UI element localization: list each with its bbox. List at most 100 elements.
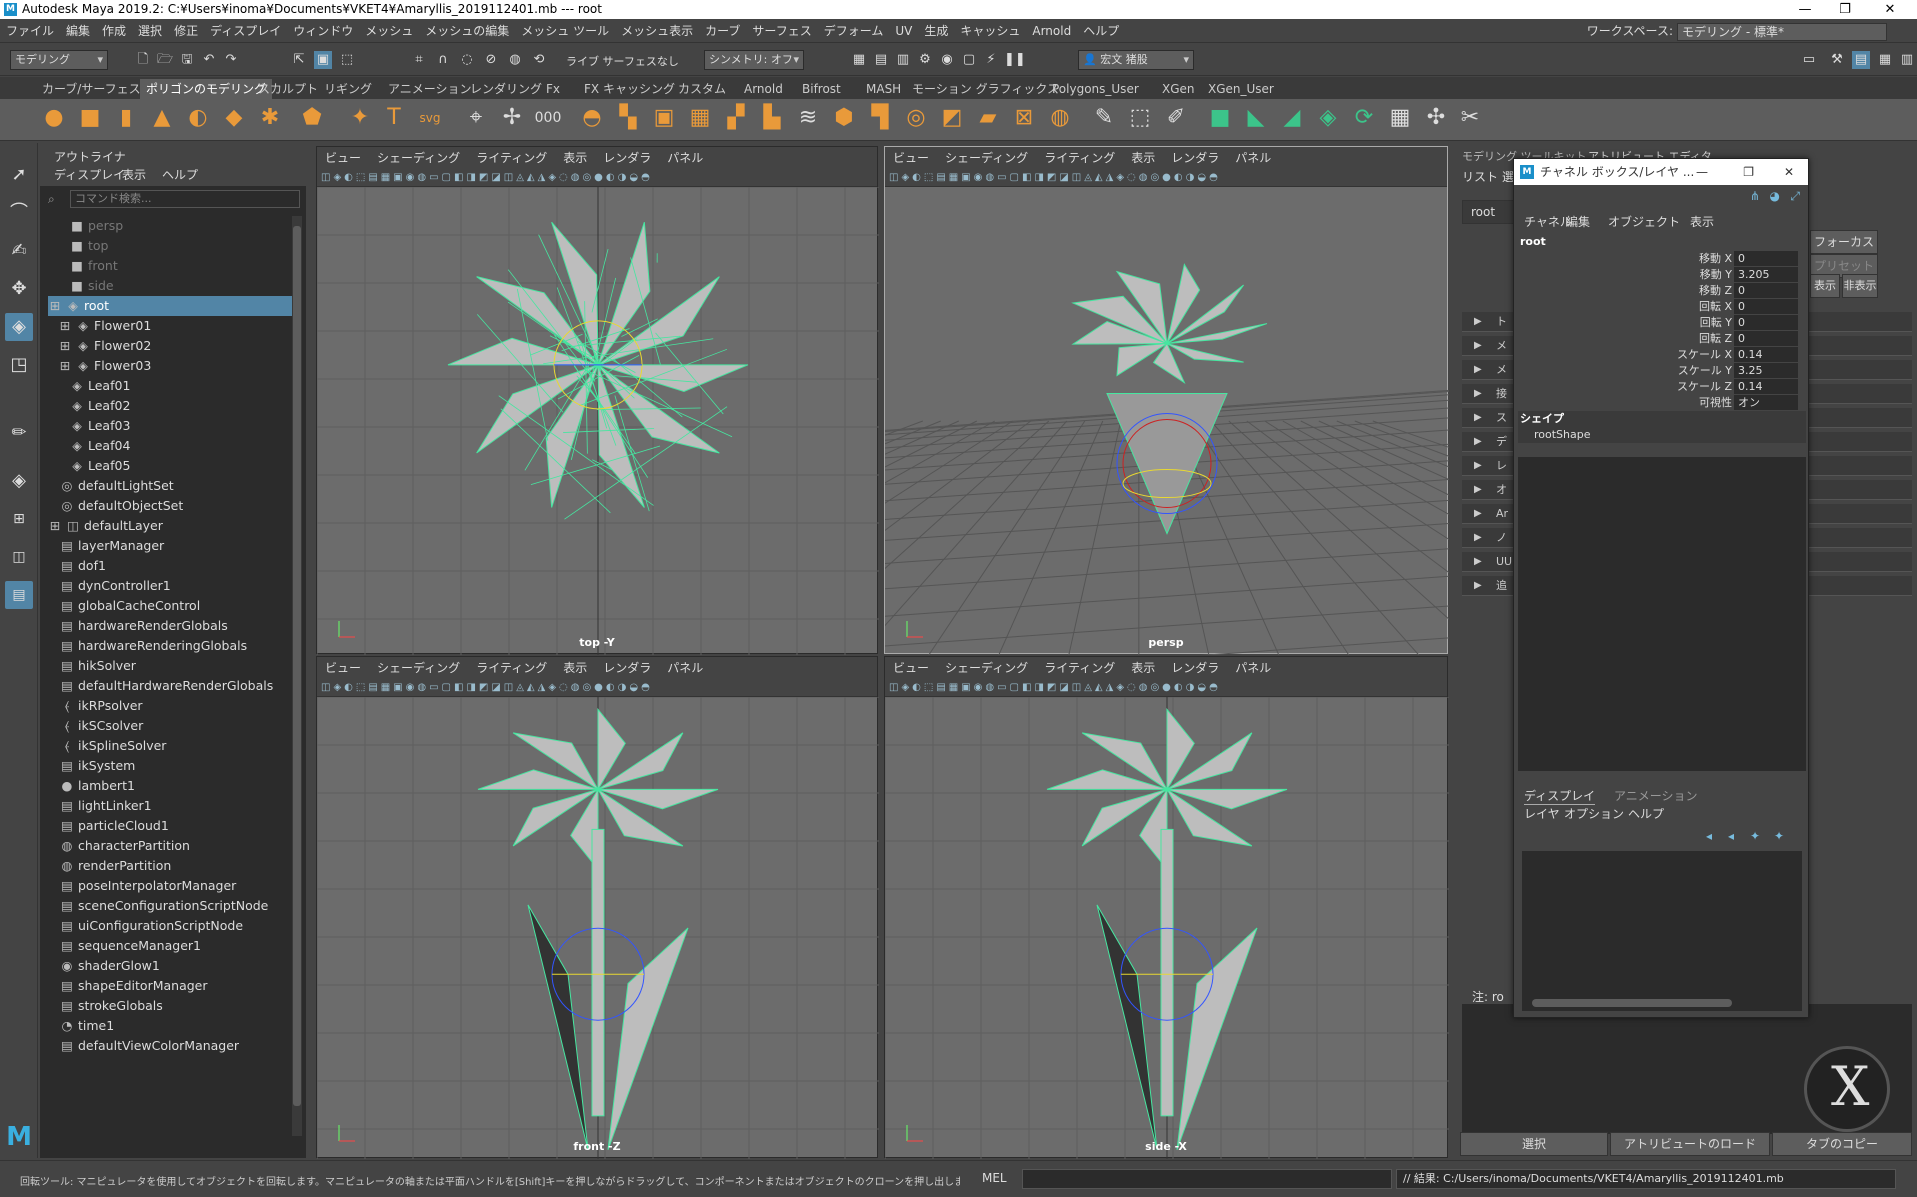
viewport-top[interactable]: ビュー シェーディング ライティング 表示 レンダラ パネル ◫◈◐⬚▤▦▣◉◍▭▢◧◨◩◪… bbox=[316, 146, 878, 654]
save-scene-icon[interactable]: 🖫 bbox=[178, 51, 196, 69]
render-settings-icon[interactable]: ⚙ bbox=[916, 51, 934, 69]
select-component-icon[interactable]: ⬚ bbox=[338, 51, 356, 69]
uv-move-icon[interactable]: ⟳ bbox=[1350, 104, 1378, 132]
uv-cut-tool-icon[interactable]: ✂ bbox=[1456, 104, 1484, 132]
expand-icon[interactable]: ⊞ bbox=[58, 316, 72, 336]
outliner-item[interactable]: ⊞ ◈ Flower03 bbox=[48, 356, 296, 376]
uv-grid-icon[interactable]: ▦ bbox=[1386, 104, 1414, 132]
render-view-icon[interactable]: ▤ bbox=[872, 51, 890, 69]
separate-icon[interactable]: ▚ bbox=[614, 104, 642, 132]
select-hierarchy-icon[interactable]: ⇱ bbox=[290, 51, 308, 69]
outliner-tab[interactable]: アウトライナ bbox=[54, 148, 126, 165]
maximize-button[interactable]: ❐ bbox=[1825, 0, 1865, 19]
outliner-item[interactable]: ▤ defaultViewColorManager bbox=[48, 1036, 296, 1056]
viewport-menu-item[interactable]: 表示 bbox=[563, 661, 587, 675]
shelf-tab-0[interactable]: カーブ/サーフェス bbox=[36, 79, 147, 99]
outliner-item[interactable]: ⊞ ◈ Flower01 bbox=[48, 316, 296, 336]
hide-button[interactable]: 非表示 bbox=[1842, 274, 1878, 298]
uv-unfold-icon[interactable]: ■ bbox=[1206, 104, 1234, 132]
poly-cone-icon[interactable]: ▲ bbox=[148, 104, 176, 132]
viewport-canvas[interactable] bbox=[317, 187, 879, 655]
shelf-tab-8[interactable]: カスタム bbox=[672, 79, 732, 99]
shelf-tab-2[interactable]: スカルプト bbox=[252, 79, 324, 99]
menu-10[interactable]: メッシュ表示 bbox=[615, 19, 699, 43]
shelf-tab-7[interactable]: FX キャッシング bbox=[578, 79, 681, 99]
outliner-item[interactable]: ◍ renderPartition bbox=[48, 856, 296, 876]
lasso-tool-icon[interactable]: ⌒ bbox=[5, 199, 33, 227]
viewport-menu-item[interactable]: シェーディング bbox=[945, 661, 1028, 675]
arnold-render-icon[interactable]: ▢ bbox=[960, 51, 978, 69]
channel-attribute[interactable]: 移動 X0 bbox=[1522, 251, 1802, 267]
ipr-render-icon[interactable]: ▥ bbox=[894, 51, 912, 69]
move-tool-icon[interactable]: ✥ bbox=[5, 275, 33, 303]
channel-attribute-value[interactable]: 0 bbox=[1734, 315, 1798, 330]
shelf-tab-15[interactable]: XGen_User bbox=[1202, 79, 1280, 99]
shelf-tab-9[interactable]: Arnold bbox=[738, 79, 789, 99]
append-icon[interactable]: ▜ bbox=[866, 104, 894, 132]
viewport-front[interactable]: ビュー シェーディング ライティング 表示 レンダラ パネル ◫◈◐⬚▤▦▣◉◍▭▢◧◨◩◪… bbox=[316, 656, 878, 1158]
menu-4[interactable]: 修正 bbox=[168, 19, 204, 43]
workspace-dropdown[interactable]: モデリング - 標準* bbox=[1677, 23, 1887, 41]
outliner-item[interactable]: ▤ hardwareRenderGlobals bbox=[48, 616, 296, 636]
channel-box-close-button[interactable]: ✕ bbox=[1784, 159, 1794, 185]
focus-button[interactable]: フォーカス bbox=[1810, 230, 1878, 254]
viewport-menu-item[interactable]: ビュー bbox=[325, 661, 361, 675]
viewport-menu-item[interactable]: ビュー bbox=[325, 151, 361, 165]
viewport-menu-item[interactable]: レンダラ bbox=[1171, 151, 1219, 165]
viewport-menu-item[interactable]: パネル bbox=[1235, 151, 1271, 165]
viewport-menu-item[interactable]: シェーディング bbox=[377, 661, 460, 675]
channel-attribute[interactable]: 回転 Z0 bbox=[1522, 331, 1802, 347]
menu-9[interactable]: メッシュ ツール bbox=[515, 19, 615, 43]
single-perspective-layout-icon[interactable]: ◈ bbox=[5, 467, 33, 495]
ae-select-button[interactable]: 選択 bbox=[1460, 1132, 1608, 1156]
poly-disc-icon[interactable]: ✱ bbox=[256, 104, 284, 132]
shelf-tab-14[interactable]: XGen bbox=[1156, 79, 1201, 99]
rotate-tool-icon[interactable]: ◈ bbox=[5, 313, 33, 341]
expand-icon[interactable]: ⊞ bbox=[58, 336, 72, 356]
outliner-item[interactable]: ■ top bbox=[48, 236, 296, 256]
attribute-editor-toggle-icon[interactable]: ▤ bbox=[1852, 51, 1870, 69]
scale-tool-icon[interactable]: ◳ bbox=[5, 351, 33, 379]
workspace-selector[interactable]: ワークスペース: モデリング - 標準* bbox=[1587, 19, 1887, 43]
multi-cut-icon[interactable]: ✎ bbox=[1090, 104, 1118, 132]
menu-7[interactable]: メッシュ bbox=[359, 19, 419, 43]
layer-menu-help[interactable]: ヘルプ bbox=[1628, 805, 1664, 822]
layer-move-up-icon[interactable]: ◂ bbox=[1706, 829, 1712, 843]
shelf-tab-5[interactable]: レンダリング bbox=[464, 79, 548, 99]
outliner-scrollbar[interactable] bbox=[292, 216, 302, 1136]
shelf-tab-12[interactable]: モーション グラフィックス bbox=[906, 79, 1065, 99]
tool-settings-icon[interactable]: ⚒ bbox=[1828, 51, 1846, 69]
select-counter-icon[interactable]: 000 bbox=[534, 104, 562, 132]
outliner-search-input[interactable]: コマンド検索... bbox=[70, 190, 300, 208]
outliner-menu-show[interactable]: 表示 bbox=[122, 166, 146, 183]
outliner-item[interactable]: ▤ strokeGlobals bbox=[48, 996, 296, 1016]
channel-attribute-value[interactable]: 0.14 bbox=[1734, 347, 1798, 362]
menu-15[interactable]: 生成 bbox=[918, 19, 954, 43]
expand-icon[interactable]: ⊞ bbox=[48, 296, 62, 316]
outliner-item[interactable]: ◈ Leaf04 bbox=[48, 436, 296, 456]
viewport-toolbar[interactable]: ◫◈◐⬚▤▦▣◉◍▭▢◧◨◩◪◫◬◭◮◈◌◍◎●◐◑◒◓ bbox=[317, 679, 877, 697]
channel-box-pin-icon[interactable]: ⤢ bbox=[1790, 189, 1800, 204]
menu-5[interactable]: ディスプレイ bbox=[204, 19, 287, 43]
outliner-item[interactable]: ■ persp bbox=[48, 216, 296, 236]
poly-cylinder-icon[interactable]: ▮ bbox=[112, 104, 140, 132]
layer-list-scrollbar[interactable] bbox=[1532, 999, 1732, 1007]
viewport-menu-item[interactable]: レンダラ bbox=[603, 151, 651, 165]
outliner-item[interactable]: ◍ characterPartition bbox=[48, 836, 296, 856]
outliner-item[interactable]: ▤ dynController1 bbox=[48, 576, 296, 596]
channel-attribute[interactable]: 回転 X0 bbox=[1522, 299, 1802, 315]
channel-attribute-value[interactable]: オン bbox=[1734, 395, 1798, 410]
outliner-item[interactable]: ● lambert1 bbox=[48, 776, 296, 796]
viewport-side[interactable]: ビュー シェーディング ライティング 表示 レンダラ パネル ◫◈◐⬚▤▦▣◉◍▭▢◧◨◩◪… bbox=[884, 656, 1448, 1158]
poly-cube-icon[interactable]: ■ bbox=[76, 104, 104, 132]
mirror-icon[interactable]: ▞ bbox=[722, 104, 750, 132]
ae-menu-list[interactable]: リスト bbox=[1462, 168, 1498, 185]
shelf-tab-11[interactable]: MASH bbox=[860, 79, 907, 99]
shelf-tab-13[interactable]: Polygons_User bbox=[1046, 79, 1145, 99]
viewport-canvas[interactable] bbox=[885, 187, 1449, 655]
paint-select-icon[interactable]: ✍ bbox=[5, 237, 33, 265]
command-input[interactable] bbox=[1022, 1169, 1392, 1189]
viewport-toolbar[interactable]: ◫◈◐⬚▤▦▣◉◍▭▢◧◨◩◪◫◬◭◮◈◌◍◎●◐◑◒◓ bbox=[885, 679, 1447, 697]
channel-attribute-value[interactable]: 0 bbox=[1734, 283, 1798, 298]
cb-menu-channel[interactable]: チャネル bbox=[1524, 213, 1572, 230]
